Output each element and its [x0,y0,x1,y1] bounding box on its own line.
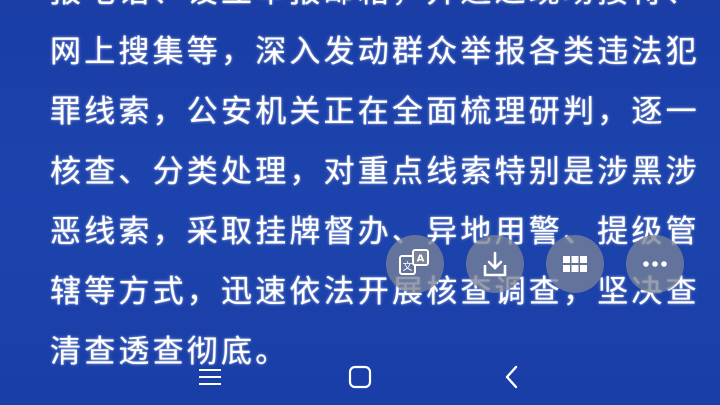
translate-button[interactable]: 文 A [386,235,444,293]
download-button[interactable] [466,235,524,293]
article-line: 报电话、设立举报邮箱，并通过现场接待、 [50,0,697,22]
floating-action-bar: 文 A [386,235,686,293]
system-navigation-bar [0,345,720,405]
screen: 报电话、设立举报邮箱，并通过现场接待、 网上搜集等，深入发动群众举报各类违法犯 … [0,0,720,405]
home-icon [348,365,372,389]
grid-menu-button[interactable] [546,235,604,293]
download-icon [483,251,507,277]
grid-menu-icon [563,256,587,272]
translate-icon: 文 A [399,249,429,275]
svg-text:A: A [417,254,425,265]
more-options-button[interactable] [626,235,684,293]
back-icon [505,365,518,389]
article-line: 网上搜集等，深入发动群众举报各类违法犯 [50,34,700,70]
svg-text:文: 文 [403,260,413,273]
nav-back-button[interactable] [490,359,534,395]
article-text: 报电话、设立举报邮箱，并通过现场接待、 网上搜集等，深入发动群众举报各类违法犯 … [50,0,700,382]
article-line: 核查、分类处理，对重点线索特别是涉黑涉 [50,154,700,190]
menu-icon [199,369,221,385]
nav-menu-button[interactable] [188,359,232,395]
more-options-icon [643,261,667,267]
nav-home-button[interactable] [338,359,382,395]
article-line: 罪线索，公安机关正在全面梳理研判，逐一 [50,94,700,130]
